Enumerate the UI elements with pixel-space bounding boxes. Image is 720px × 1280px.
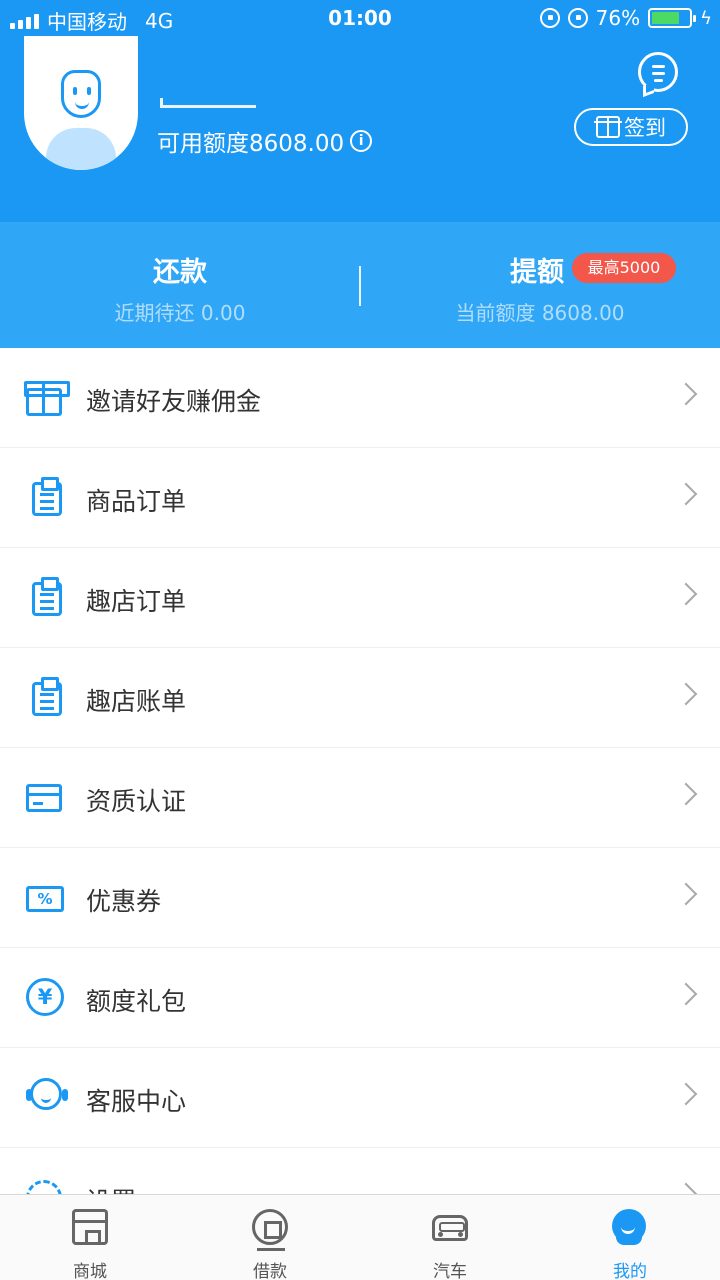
menu-item-label: 优惠券 (86, 887, 162, 916)
raise-limit-block[interactable]: 提额 最高5000 当前额度 8608.00 (360, 222, 720, 348)
yen-coin-icon: ¥ (26, 978, 64, 1016)
avatar-body (46, 128, 116, 170)
clipboard-icon (32, 577, 62, 616)
status-bar: 中国移动 4G 01:00 76% ϟ (0, 0, 720, 36)
raise-title: 提额 (510, 257, 564, 288)
rotation-lock-icon (539, 8, 560, 28)
available-credit[interactable]: 可用额度8608.00 i (157, 124, 373, 158)
profile-header: 可用额度8608.00 i 签到 (0, 36, 720, 222)
menu-item-coupons[interactable]: % 优惠券 (0, 848, 720, 948)
menu-item-product-orders[interactable]: 商品订单 (0, 448, 720, 548)
chevron-right-icon (674, 782, 698, 806)
credit-stats: 还款 近期待还 0.00 提额 最高5000 当前额度 8608.00 (0, 222, 720, 348)
signin-button[interactable]: 签到 (574, 108, 688, 146)
shop-icon (72, 1209, 108, 1245)
menu-item-label: 趣店账单 (86, 687, 187, 716)
chevron-right-icon (674, 1182, 698, 1194)
avatar[interactable] (24, 36, 138, 170)
menu-item-credit-pack[interactable]: ¥ 额度礼包 (0, 948, 720, 1048)
menu-item-customer-service[interactable]: 客服中心 (0, 1048, 720, 1148)
bottom-tab-bar: 商城 借款 汽车 我的 (0, 1194, 720, 1280)
menu-item-settings[interactable]: 设置 (0, 1148, 720, 1194)
clipboard-icon (32, 477, 62, 516)
menu-list: 邀请好友赚佣金 商品订单 趣店订单 趣店账单 资质认证 % 优惠券 ¥ 额度礼包… (0, 348, 720, 1194)
gift-icon (24, 381, 70, 416)
battery-icon (648, 8, 697, 28)
alarm-icon (567, 8, 588, 28)
tab-label: 汽车 (433, 1262, 467, 1280)
menu-item-label: 商品订单 (86, 487, 187, 516)
card-icon (26, 784, 62, 812)
tab-label: 我的 (613, 1262, 647, 1280)
tab-label: 借款 (253, 1262, 287, 1280)
menu-item-qudian-orders[interactable]: 趣店订单 (0, 548, 720, 648)
menu-item-invite[interactable]: 邀请好友赚佣金 (0, 348, 720, 448)
available-credit-text: 可用额度8608.00 (157, 131, 345, 157)
menu-item-label: 趣店订单 (86, 587, 187, 616)
max-raise-badge: 最高5000 (572, 253, 676, 283)
tab-loan[interactable]: 借款 (180, 1195, 360, 1280)
username-partial (160, 98, 256, 108)
menu-item-label: 客服中心 (86, 1087, 187, 1116)
info-icon[interactable]: i (350, 130, 373, 152)
chevron-right-icon (674, 682, 698, 706)
clipboard-icon (32, 677, 62, 716)
tab-label: 商城 (73, 1262, 107, 1280)
repay-block[interactable]: 还款 近期待还 0.00 (0, 222, 360, 348)
avatar-face (61, 70, 101, 118)
gear-icon (26, 1180, 62, 1194)
menu-item-label: 额度礼包 (86, 987, 187, 1016)
chevron-right-icon (674, 982, 698, 1006)
gift-icon (594, 116, 622, 138)
chevron-right-icon (674, 1082, 698, 1106)
menu-item-qudian-bills[interactable]: 趣店账单 (0, 648, 720, 748)
headset-icon (26, 1078, 62, 1110)
chevron-right-icon (674, 382, 698, 406)
menu-item-verification[interactable]: 资质认证 (0, 748, 720, 848)
repay-due: 近期待还 0.00 (114, 301, 246, 325)
tab-mall[interactable]: 商城 (0, 1195, 180, 1280)
menu-item-label: 资质认证 (86, 787, 187, 816)
battery-percent: 76% (595, 6, 641, 30)
tab-me[interactable]: 我的 (540, 1195, 720, 1280)
loan-icon (252, 1209, 288, 1251)
repay-title: 还款 (153, 257, 207, 288)
menu-item-label: 设置 (86, 1182, 136, 1194)
chevron-right-icon (674, 582, 698, 606)
status-right: 76% ϟ (539, 6, 712, 30)
tab-car[interactable]: 汽车 (360, 1195, 540, 1280)
current-limit: 当前额度 8608.00 (455, 301, 625, 325)
car-icon (432, 1215, 468, 1241)
charging-icon: ϟ (700, 7, 712, 29)
chevron-right-icon (674, 482, 698, 506)
menu-item-label: 邀请好友赚佣金 (86, 387, 262, 416)
profile-icon (612, 1209, 646, 1245)
signin-label: 签到 (624, 116, 666, 140)
coupon-icon: % (26, 886, 64, 912)
chevron-right-icon (674, 882, 698, 906)
message-icon[interactable] (638, 52, 678, 92)
